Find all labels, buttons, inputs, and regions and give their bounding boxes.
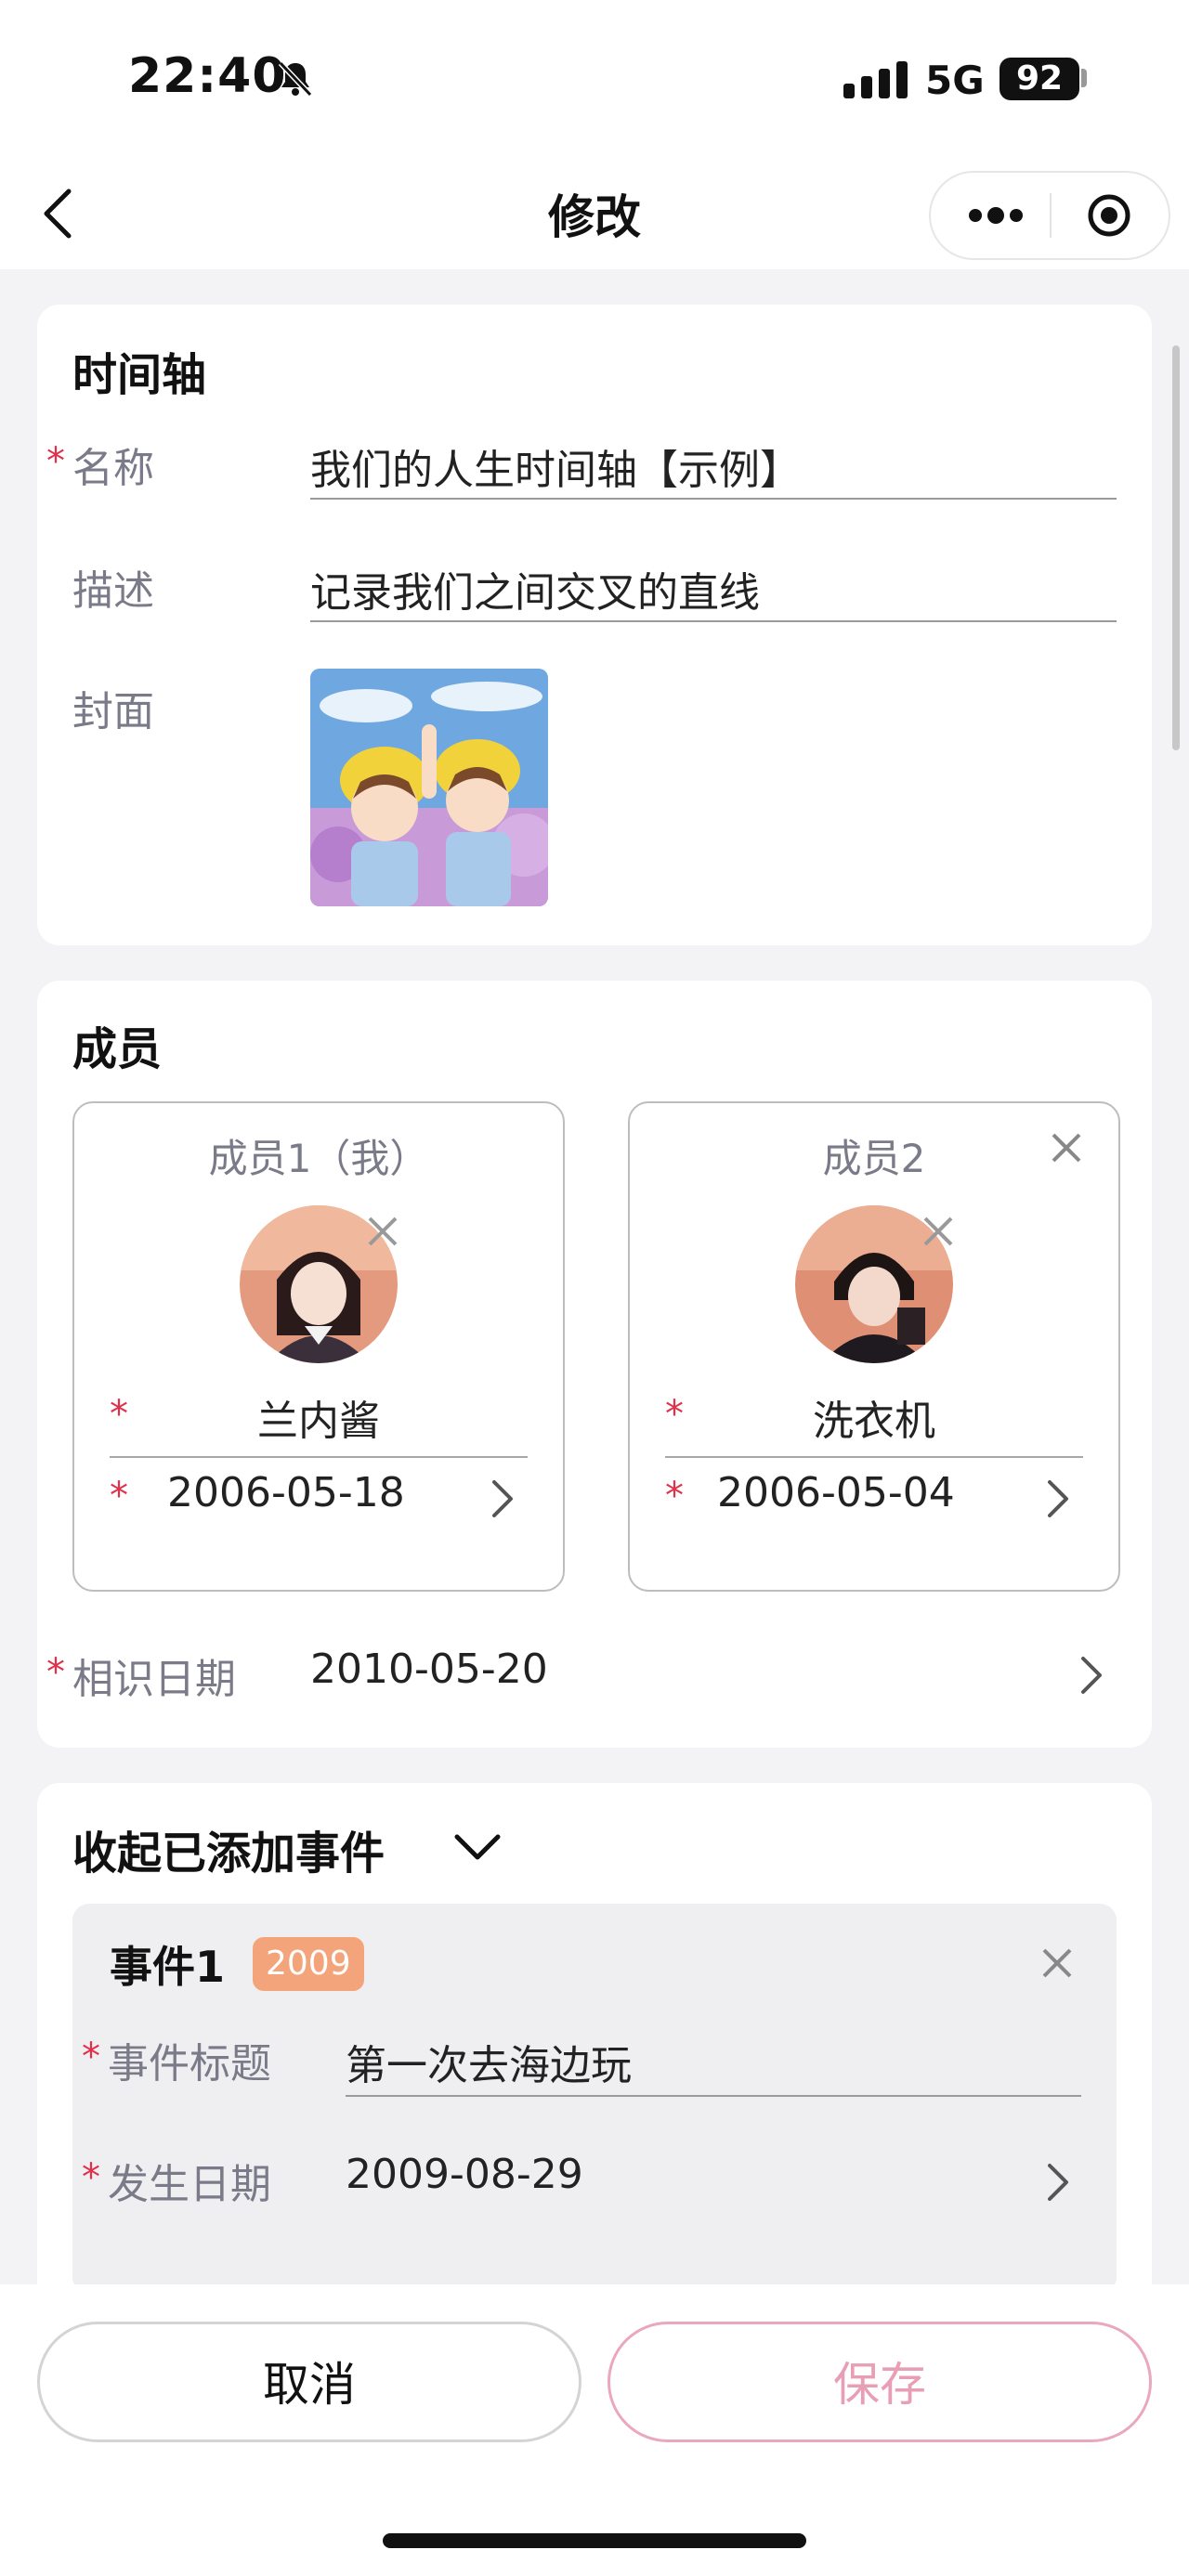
name-label: 名称 (72, 445, 154, 492)
timeline-section-title: 时间轴 (72, 349, 207, 401)
remove-avatar-icon[interactable] (364, 1213, 401, 1250)
status-bar: 22:40 5G 92 (0, 0, 1189, 158)
chevron-right-icon[interactable] (1046, 1478, 1070, 1519)
chevron-down-icon[interactable] (453, 1833, 502, 1863)
status-time: 22:40 (128, 48, 287, 104)
member-name-input[interactable]: 洗衣机 (630, 1387, 1118, 1447)
remove-avatar-icon[interactable] (920, 1213, 957, 1250)
bell-muted-icon (278, 60, 313, 98)
delete-event-icon[interactable] (1039, 1945, 1076, 1982)
desc-input[interactable]: 记录我们之间交叉的直线 (310, 559, 760, 618)
name-underline (310, 498, 1117, 500)
save-button[interactable]: 保存 (608, 2322, 1152, 2442)
remove-member-icon[interactable] (1048, 1129, 1085, 1166)
more-icon[interactable] (968, 204, 1024, 227)
chevron-right-icon[interactable] (490, 1478, 515, 1519)
chevron-right-icon[interactable] (1079, 1655, 1104, 1696)
home-indicator (383, 2533, 806, 2548)
event-title-underline (346, 2095, 1081, 2097)
scrollbar[interactable] (1172, 345, 1180, 750)
event-title: 事件1 (110, 1942, 226, 1992)
required-mark: * (82, 2156, 100, 2199)
bottom-action-bar: 取消 保存 (0, 2284, 1189, 2576)
member-title: 成员2 (822, 1136, 926, 1181)
events-card: 收起已添加事件 事件1 2009 * 事件标题 第一次去海边玩 * 发生日期 2… (37, 1783, 1152, 2359)
member-birthday[interactable]: 2006-05-04 (717, 1469, 955, 1516)
event-date-label: 发生日期 (108, 2161, 271, 2208)
network-type: 5G (925, 58, 985, 103)
member-name-input[interactable]: 兰内酱 (74, 1387, 563, 1447)
cover-image[interactable] (310, 669, 548, 906)
desc-label: 描述 (72, 567, 154, 615)
member-title: 成员1（我） (208, 1136, 429, 1181)
member-birthday[interactable]: 2006-05-18 (167, 1469, 405, 1516)
member-card-2: 成员2 * 洗衣机 * 2006-05-04 (628, 1101, 1120, 1592)
members-card: 成员 成员1（我） * 兰内酱 * 2006-05-18 成员2 * 洗衣机 *… (37, 981, 1152, 1748)
required-mark: * (82, 2036, 100, 2078)
name-input[interactable]: 我们的人生时间轴【示例】 (310, 436, 801, 496)
nav-bar: 修改 (0, 158, 1189, 269)
chevron-right-icon[interactable] (1046, 2162, 1070, 2203)
capsule-divider (1050, 193, 1052, 238)
required-mark: * (46, 440, 65, 483)
timeline-card: 时间轴 * 名称 我们的人生时间轴【示例】 描述 记录我们之间交叉的直线 封面 (37, 305, 1152, 945)
battery-cap (1081, 69, 1087, 87)
close-miniprogram-icon[interactable] (1087, 193, 1131, 238)
members-section-title: 成员 (72, 1023, 163, 1075)
event-card-1: 事件1 2009 * 事件标题 第一次去海边玩 * 发生日期 2009-08-2… (72, 1904, 1117, 2294)
cover-label: 封面 (72, 688, 154, 735)
required-mark: * (46, 1651, 65, 1694)
required-mark: * (665, 1475, 684, 1517)
member-name-underline (665, 1456, 1083, 1458)
member-card-1: 成员1（我） * 兰内酱 * 2006-05-18 (72, 1101, 565, 1592)
events-toggle[interactable]: 收起已添加事件 (72, 1816, 385, 1881)
miniprogram-capsule (929, 171, 1170, 260)
meet-date-value[interactable]: 2010-05-20 (310, 1646, 548, 1693)
event-title-label: 事件标题 (108, 2040, 271, 2088)
meet-date-label: 相识日期 (72, 1656, 236, 1703)
battery-indicator: 92 (1000, 58, 1079, 100)
cancel-button[interactable]: 取消 (37, 2322, 581, 2442)
required-mark: * (110, 1475, 128, 1517)
member-name-underline (110, 1456, 528, 1458)
year-badge: 2009 (253, 1937, 364, 1991)
desc-underline (310, 620, 1117, 622)
signal-icon (843, 61, 908, 98)
event-title-input[interactable]: 第一次去海边玩 (346, 2032, 632, 2091)
event-date-value[interactable]: 2009-08-29 (346, 2151, 583, 2198)
